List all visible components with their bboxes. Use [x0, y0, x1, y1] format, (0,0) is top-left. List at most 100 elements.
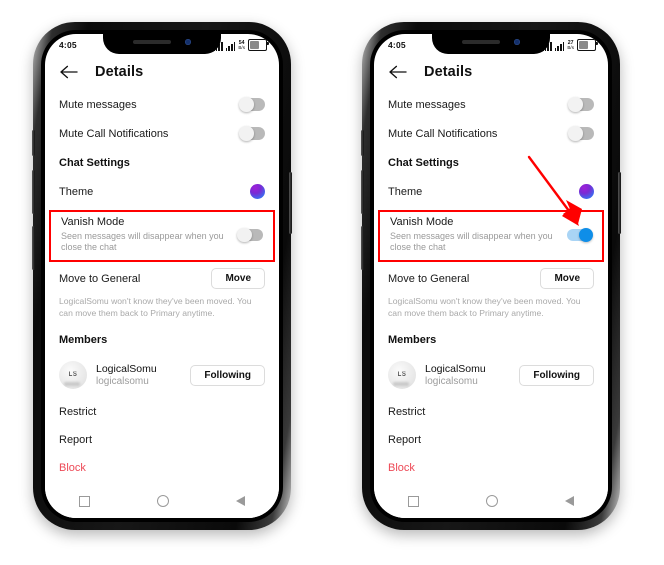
row-mute-call-notifications[interactable]: Mute Call Notifications: [374, 119, 608, 148]
row-mute-messages[interactable]: Mute messages: [374, 90, 608, 119]
row-mute-call-notifications[interactable]: Mute Call Notifications: [45, 119, 279, 148]
member-display-name: LogicalSomu: [425, 363, 486, 376]
sim2-signal-icon: [225, 42, 236, 51]
front-camera-icon: [185, 39, 191, 45]
page-title: Details: [95, 64, 144, 80]
row-restrict[interactable]: Restrict: [374, 398, 608, 426]
vanish-mode-text: Vanish Mode Seen messages will disappear…: [61, 216, 230, 254]
app-header: Details: [45, 56, 279, 90]
row-label-block: Block: [388, 462, 415, 475]
phone-left-volume-up-button[interactable]: [32, 170, 35, 214]
row-restrict[interactable]: Restrict: [45, 398, 279, 426]
row-label-mute-call-notifications: Mute Call Notifications: [59, 127, 169, 140]
vanish-mode-row[interactable]: Vanish Mode Seen messages will disappear…: [49, 210, 275, 263]
row-move-to-general: Move to General Move: [45, 264, 279, 293]
row-label-move-to-general: Move to General: [388, 272, 470, 285]
row-report[interactable]: Report: [374, 426, 608, 454]
row-label-restrict: Restrict: [59, 406, 97, 419]
recents-square-icon[interactable]: [407, 495, 419, 507]
phone-right-volume-up-button[interactable]: [361, 170, 364, 214]
row-move-to-general: Move to General Move: [374, 264, 608, 293]
avatar[interactable]: LS: [59, 361, 87, 390]
avatar-initials: LS: [68, 371, 78, 379]
avatar[interactable]: LS: [388, 361, 416, 390]
following-button[interactable]: Following: [519, 364, 594, 386]
phone-left: 4:05 54 B/s Details Mute messages Mute C…: [32, 22, 292, 530]
earpiece-speaker: [133, 40, 171, 44]
row-report[interactable]: Report: [45, 426, 279, 454]
vanish-mode-highlight-wrap: Vanish Mode Seen messages will disappear…: [45, 210, 279, 263]
home-circle-icon[interactable]: [156, 495, 169, 507]
phone-notch: [432, 34, 550, 54]
vanish-mode-subtitle: Seen messages will disappear when you cl…: [390, 230, 553, 253]
back-triangle-icon[interactable]: [565, 496, 575, 506]
following-button[interactable]: Following: [190, 364, 265, 386]
phone-left-volume-down-button[interactable]: [32, 226, 35, 270]
mute-call-notifications-toggle[interactable]: [239, 126, 265, 141]
row-label-mute-messages: Mute messages: [388, 98, 466, 111]
status-bar-indicators: 27 B/s: [541, 39, 598, 51]
arrow-left-icon[interactable]: [59, 64, 79, 80]
row-label-theme: Theme: [59, 185, 94, 198]
section-title-chat-settings: Chat Settings: [59, 156, 130, 169]
recents-square-icon[interactable]: [78, 495, 90, 507]
row-block[interactable]: Block: [374, 454, 608, 482]
phone-left-power-button[interactable]: [289, 172, 292, 234]
arrow-left-icon[interactable]: [388, 64, 408, 80]
vanish-mode-toggle[interactable]: [237, 227, 263, 243]
avatar-texture: [393, 382, 409, 387]
row-label-mute-messages: Mute messages: [59, 98, 137, 111]
member-display-name: LogicalSomu: [96, 363, 157, 376]
theme-color-dot-icon[interactable]: [250, 184, 265, 199]
move-button[interactable]: Move: [540, 268, 594, 290]
member-row[interactable]: LS LogicalSomu logicalsomu Following: [374, 354, 608, 398]
phone-right-power-button[interactable]: [618, 172, 621, 234]
phone-left-mute-button[interactable]: [32, 130, 35, 156]
phone-notch: [103, 34, 221, 54]
vanish-mode-subtitle: Seen messages will disappear when you cl…: [61, 230, 224, 253]
status-bar-indicators: 54 B/s: [212, 39, 269, 51]
move-helper-text: LogicalSomu won't know they've been move…: [388, 296, 581, 318]
row-block[interactable]: Block: [45, 454, 279, 482]
section-chat-settings: Chat Settings: [374, 148, 608, 177]
front-camera-icon: [514, 39, 520, 45]
row-label-mute-call-notifications: Mute Call Notifications: [388, 127, 498, 140]
phone-right-volume-down-button[interactable]: [361, 226, 364, 270]
section-title-members: Members: [388, 333, 437, 346]
row-label-restrict: Restrict: [388, 406, 426, 419]
row-label-block: Block: [59, 462, 86, 475]
member-row[interactable]: LS LogicalSomu logicalsomu Following: [45, 354, 279, 398]
vanish-mode-title: Vanish Mode: [61, 216, 125, 228]
member-names: LogicalSomu logicalsomu: [96, 363, 181, 387]
row-theme[interactable]: Theme: [45, 177, 279, 206]
section-members: Members: [374, 325, 608, 354]
home-circle-icon[interactable]: [485, 495, 498, 507]
theme-color-dot-icon[interactable]: [579, 184, 594, 199]
avatar-initials: LS: [397, 371, 407, 379]
section-title-chat-settings: Chat Settings: [388, 156, 459, 169]
mute-messages-toggle[interactable]: [239, 97, 265, 112]
vanish-mode-toggle[interactable]: [567, 227, 593, 243]
row-mute-messages[interactable]: Mute messages: [45, 90, 279, 119]
section-members: Members: [45, 325, 279, 354]
page-title: Details: [424, 64, 473, 80]
vanish-mode-row[interactable]: Vanish Mode Seen messages will disappear…: [378, 210, 604, 263]
back-triangle-icon[interactable]: [236, 496, 246, 506]
mute-call-notifications-toggle[interactable]: [568, 126, 594, 141]
member-handle: logicalsomu: [425, 376, 478, 388]
move-button[interactable]: Move: [211, 268, 265, 290]
member-handle: logicalsomu: [96, 376, 149, 388]
row-label-report: Report: [59, 434, 93, 447]
row-theme[interactable]: Theme: [374, 177, 608, 206]
phone-left-screen: 4:05 54 B/s Details Mute messages Mute C…: [45, 34, 279, 518]
vanish-mode-highlight-wrap: Vanish Mode Seen messages will disappear…: [374, 210, 608, 263]
android-navigation-bar: [374, 484, 608, 518]
phone-right-mute-button[interactable]: [361, 130, 364, 156]
screenshot-stage: 4:05 54 B/s Details Mute messages Mute C…: [0, 0, 664, 565]
vanish-mode-text: Vanish Mode Seen messages will disappear…: [390, 216, 559, 254]
battery-icon: [248, 39, 269, 51]
phone-left-bezel: 4:05 54 B/s Details Mute messages Mute C…: [41, 30, 283, 522]
status-bar-time: 4:05: [388, 40, 406, 50]
mute-messages-toggle[interactable]: [568, 97, 594, 112]
vanish-mode-title: Vanish Mode: [390, 216, 454, 228]
